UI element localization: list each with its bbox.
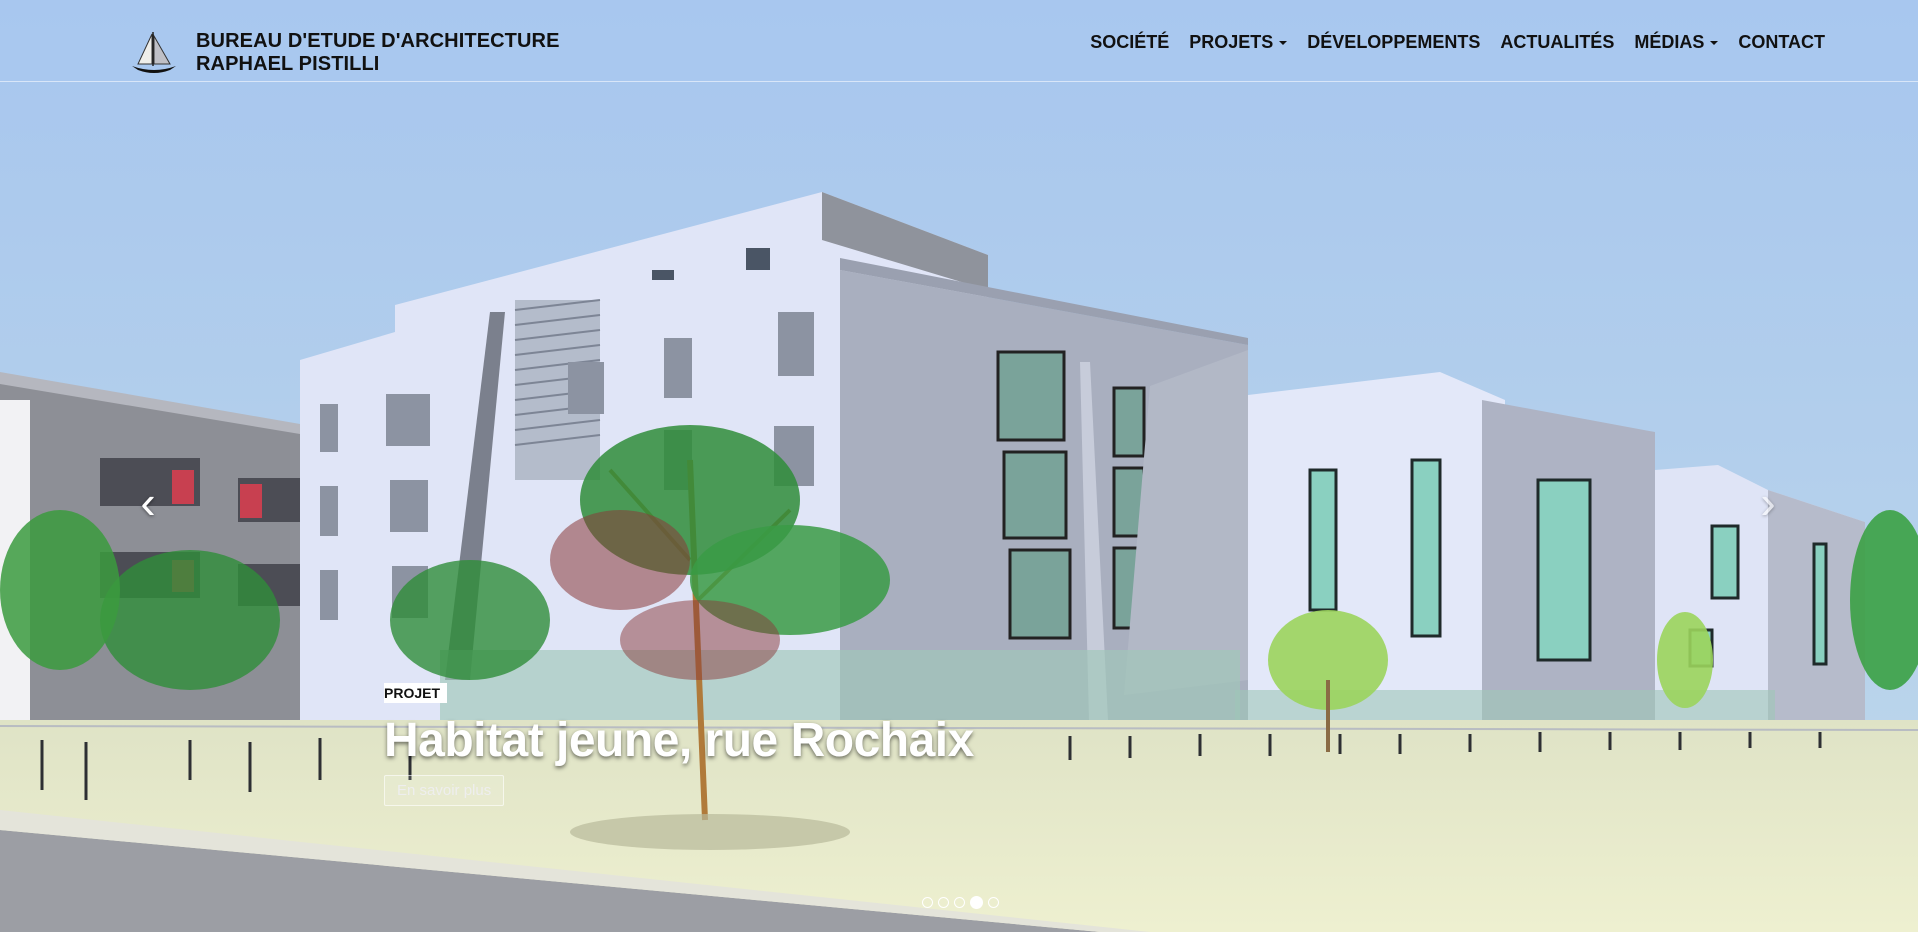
nav-societe-label: SOCIÉTÉ [1090,32,1170,52]
nav-societe[interactable]: SOCIÉTÉ [1090,30,1169,54]
carousel-indicator-dot[interactable] [954,897,965,908]
chevron-right-icon[interactable]: › [1748,478,1788,526]
carousel-indicator-dot[interactable] [938,897,949,908]
brand[interactable]: BUREAU D'ETUDE D'ARCHITECTURE RAPHAEL PI… [130,30,560,78]
brand-line-2: RAPHAEL PISTILLI [196,53,380,75]
chevron-left-icon[interactable]: ‹ [128,478,168,526]
site-header: BUREAU D'ETUDE D'ARCHITECTURE RAPHAEL PI… [0,0,1918,82]
nav-actualites[interactable]: ACTUALITÉS [1500,30,1614,54]
nav-medias-label: MÉDIAS [1634,32,1705,52]
carousel-indicator-dot[interactable] [970,896,983,909]
read-more-button[interactable]: En savoir plus [384,775,505,806]
caret-down-icon [1279,41,1288,45]
carousel-indicator-dot[interactable] [922,897,933,908]
sailboat-logo-icon [132,32,176,73]
nav-actualites-label: ACTUALITÉS [1500,32,1615,52]
nav-projets[interactable]: PROJETS [1189,30,1288,54]
carousel-indicator-dot[interactable] [988,897,999,908]
nav-contact-label: CONTACT [1738,32,1825,52]
nav-projets-label: PROJETS [1189,32,1274,52]
nav-medias[interactable]: MÉDIAS [1634,30,1719,54]
brand-line-1: BUREAU D'ETUDE D'ARCHITECTURE [196,30,560,52]
brand-name: BUREAU D'ETUDE D'ARCHITECTURE RAPHAEL PI… [196,30,560,76]
main-nav: SOCIÉTÉ PROJETS DÉVELOPPEMENTS ACTUALITÉ… [1090,30,1825,54]
nav-developpements[interactable]: DÉVELOPPEMENTS [1307,30,1480,54]
caret-down-icon [1710,41,1719,45]
slide-caption: PROJET Habitat jeune, rue Rochaix En sav… [384,683,974,806]
slide-title: Habitat jeune, rue Rochaix [384,714,974,767]
nav-contact[interactable]: CONTACT [1738,30,1825,54]
nav-developpements-label: DÉVELOPPEMENTS [1307,32,1481,52]
slide-tag: PROJET [384,683,448,703]
carousel-indicators [922,896,999,909]
